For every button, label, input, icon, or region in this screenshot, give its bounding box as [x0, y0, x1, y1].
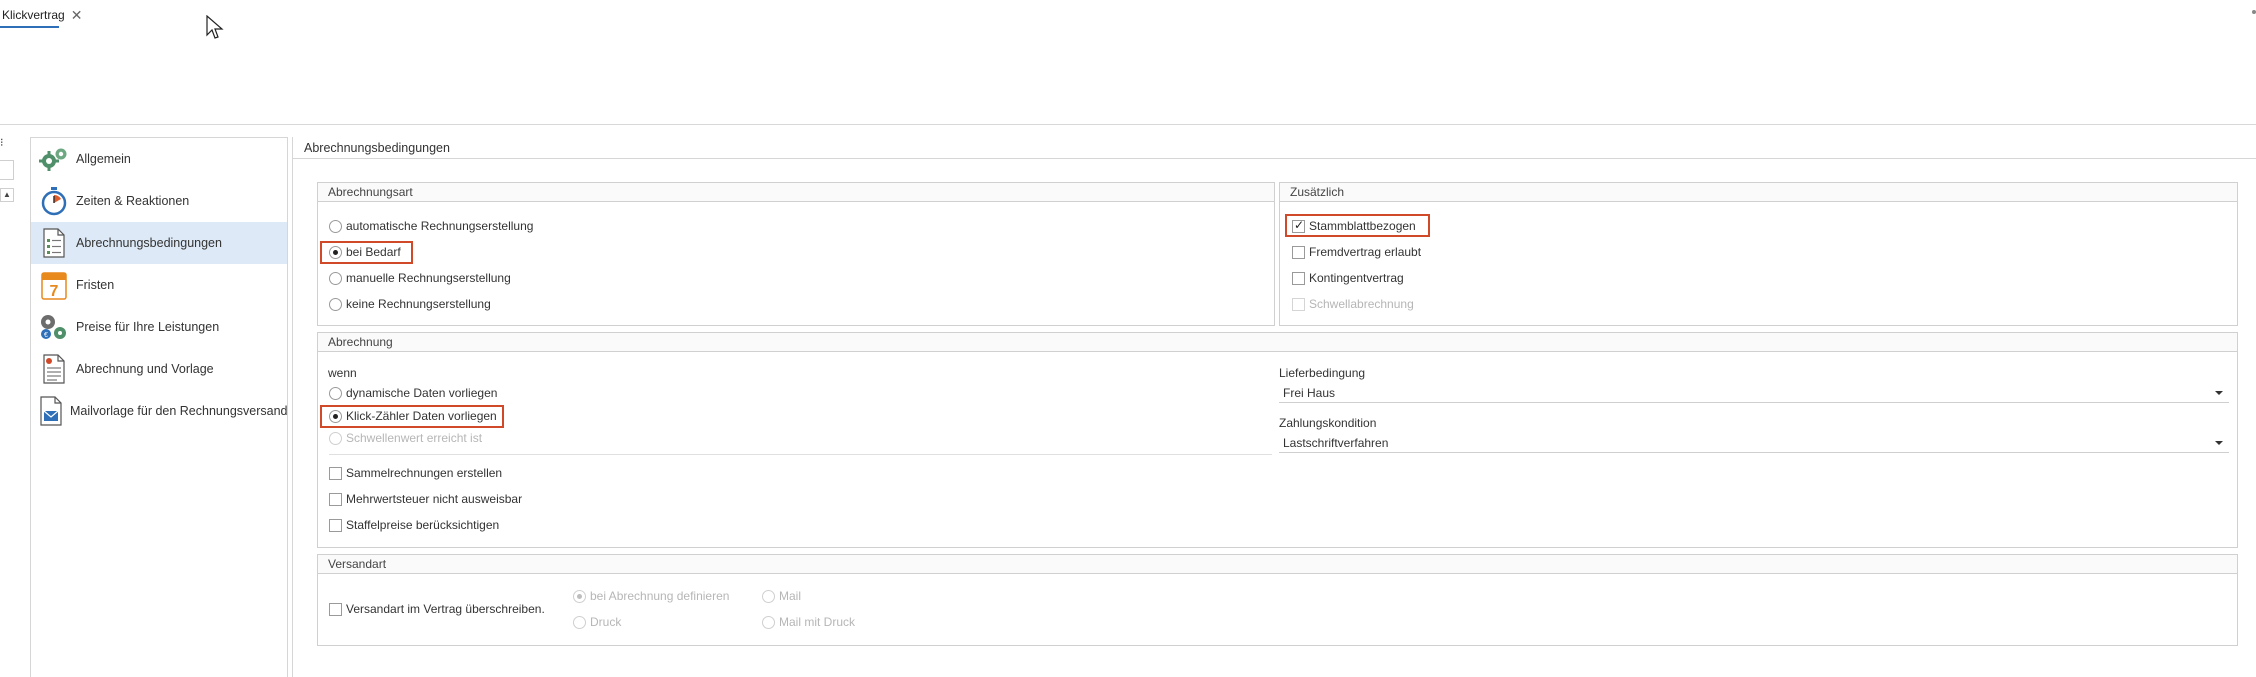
toolbar-divider: [0, 124, 2256, 125]
radio-mail[interactable]: [762, 590, 775, 603]
group-title: Versandart: [318, 555, 2237, 574]
radio-schwellenwert[interactable]: [329, 432, 342, 445]
section-divider: [329, 454, 1272, 455]
checkbox-label: Schwellabrechnung: [1309, 297, 1414, 311]
lieferbedingung-dropdown[interactable]: Frei Haus: [1279, 383, 2229, 403]
radio-mail-mit-druck[interactable]: [762, 616, 775, 629]
radio-manuelle-rechnungserstellung[interactable]: [329, 272, 342, 285]
highlight-box: [320, 241, 413, 264]
settings-nav: Allgemein Zeiten & Reaktionen Abrechnung…: [30, 137, 288, 677]
nav-item-zeiten[interactable]: Zeiten & Reaktionen: [31, 180, 287, 222]
checkbox-schwellabrechnung[interactable]: [1292, 298, 1305, 311]
checkbox-label[interactable]: Versandart im Vertrag überschreiben.: [346, 602, 545, 616]
scroll-up-icon[interactable]: ▲: [0, 188, 14, 202]
checkbox-label[interactable]: Kontingentvertrag: [1309, 271, 1404, 285]
radio-label: Mail mit Druck: [779, 615, 856, 629]
dropdown-value: Lastschriftverfahren: [1283, 436, 1389, 450]
radio-automatische-rechnungserstellung[interactable]: [329, 220, 342, 233]
checkbox-mehrwertsteuer[interactable]: [329, 493, 342, 506]
highlight-box: [1285, 214, 1430, 237]
nav-label: Mailvorlage für den Rechnungsversand: [70, 404, 288, 418]
document-icon: [38, 353, 70, 385]
nav-label: Preise für Ihre Leistungen: [76, 320, 220, 334]
nav-item-fristen[interactable]: 7 Fristen: [31, 264, 287, 306]
checkbox-fremdvertrag[interactable]: [1292, 246, 1305, 259]
calendar-day: 7: [50, 283, 59, 300]
stopwatch-icon: [38, 185, 70, 217]
checkbox-versandart-ueberschreiben[interactable]: [329, 603, 342, 616]
highlight-box: [320, 405, 504, 428]
chevron-down-icon: [2215, 441, 2223, 445]
price-gears-icon: €: [38, 311, 70, 343]
radio-keine-rechnungserstellung[interactable]: [329, 298, 342, 311]
nav-item-abrechnungsbedingungen[interactable]: Abrechnungsbedingungen: [31, 222, 287, 264]
gears-icon: [38, 143, 70, 175]
checkbox-label[interactable]: Staffelpreise berücksichtigen: [346, 518, 499, 532]
nav-label: Fristen: [76, 278, 115, 292]
document-list-icon: [38, 227, 70, 259]
tab-label: Klickvertrag: [2, 8, 65, 22]
radio-dynamische-daten[interactable]: [329, 387, 342, 400]
radio-druck[interactable]: [573, 616, 586, 629]
wenn-label: wenn: [328, 366, 357, 380]
nav-item-allgemein[interactable]: Allgemein: [31, 138, 287, 180]
group-title: Abrechnungsart: [318, 183, 1274, 202]
title-divider: [293, 158, 2256, 159]
tab-klickvertrag[interactable]: Klickvertrag ✕: [2, 8, 82, 22]
nav-label: Zeiten & Reaktionen: [76, 194, 190, 208]
radio-label[interactable]: dynamische Daten vorliegen: [346, 386, 497, 400]
zahlungskondition-label: Zahlungskondition: [1279, 416, 1377, 430]
splitter-grip-icon[interactable]: ⁝: [0, 136, 4, 149]
chevron-down-icon: [2215, 391, 2223, 395]
mail-document-icon: [38, 395, 64, 427]
checkbox-label[interactable]: Fremdvertrag erlaubt: [1309, 245, 1421, 259]
dropdown-value: Frei Haus: [1283, 386, 1336, 400]
radio-bei-abrechnung-definieren[interactable]: [573, 590, 586, 603]
svg-text:€: €: [44, 332, 48, 339]
checkbox-staffelpreise[interactable]: [329, 519, 342, 532]
tab-active-indicator: [0, 26, 59, 28]
window-edge-mark: [2252, 10, 2256, 14]
group-title: Abrechnung: [318, 333, 2237, 352]
close-icon[interactable]: ✕: [71, 8, 83, 22]
nav-item-mailvorlage[interactable]: Mailvorlage für den Rechnungsversand: [31, 390, 288, 432]
radio-label: Druck: [590, 615, 622, 629]
calendar-icon: 7: [38, 269, 70, 301]
lieferbedingung-label: Lieferbedingung: [1279, 366, 1366, 380]
collapsed-panel[interactable]: [0, 160, 14, 180]
group-zusaetzlich: Zusätzlich: [1279, 182, 2238, 326]
page-title: Abrechnungsbedingungen: [304, 141, 450, 155]
radio-label: Schwellenwert erreicht ist: [346, 431, 483, 445]
radio-label[interactable]: automatische Rechnungserstellung: [346, 219, 533, 233]
radio-label[interactable]: manuelle Rechnungserstellung: [346, 271, 511, 285]
nav-label: Allgemein: [76, 152, 131, 166]
nav-item-abrechnung-vorlage[interactable]: Abrechnung und Vorlage: [31, 348, 287, 390]
checkbox-sammelrechnungen[interactable]: [329, 467, 342, 480]
radio-label[interactable]: keine Rechnungserstellung: [346, 297, 491, 311]
nav-item-preise[interactable]: € Preise für Ihre Leistungen: [31, 306, 287, 348]
mouse-cursor-icon: [206, 15, 224, 39]
checkbox-label[interactable]: Mehrwertsteuer nicht ausweisbar: [346, 492, 522, 506]
radio-label: bei Abrechnung definieren: [590, 589, 730, 603]
checkbox-kontingentvertrag[interactable]: [1292, 272, 1305, 285]
nav-label: Abrechnungsbedingungen: [76, 236, 222, 250]
group-title: Zusätzlich: [1280, 183, 2237, 202]
zahlungskondition-dropdown[interactable]: Lastschriftverfahren: [1279, 433, 2229, 453]
checkbox-label[interactable]: Sammelrechnungen erstellen: [346, 466, 502, 480]
radio-label: Mail: [779, 589, 802, 603]
nav-label: Abrechnung und Vorlage: [76, 362, 214, 376]
